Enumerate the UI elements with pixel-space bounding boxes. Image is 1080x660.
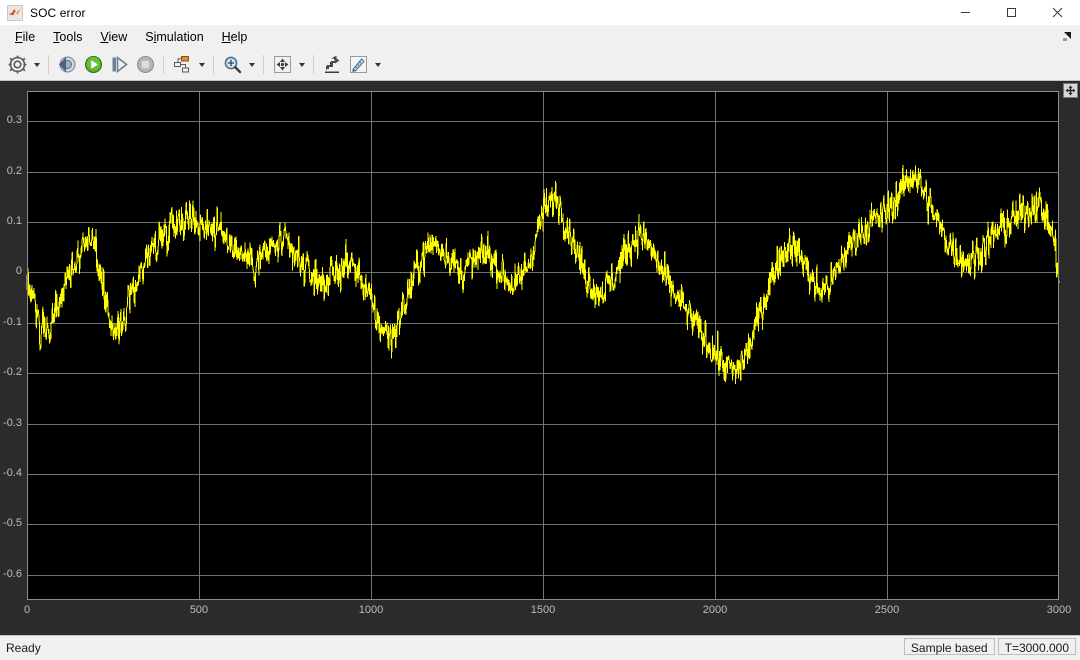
toolbar-separator (48, 55, 49, 74)
x-axis-tick-label: 3000 (1046, 604, 1072, 616)
fit-to-view-icon (273, 56, 291, 73)
tool-bar (0, 49, 1080, 81)
status-simulation-time: T=3000.000 (997, 638, 1076, 655)
signal-hierarchy-icon (173, 56, 189, 73)
play-icon (84, 56, 102, 73)
gear-icon (8, 55, 26, 74)
y-axis-tick-label: -0.6 (3, 567, 22, 580)
scope-window: SOC error File Tools View Simulation Hel… (0, 0, 1080, 660)
y-axis-tick-label: 0.2 (6, 164, 22, 177)
toolbar-separator (263, 55, 264, 74)
title-bar: SOC error (0, 0, 1080, 25)
run-button[interactable] (80, 52, 106, 77)
highlight-signal-icon (324, 55, 339, 73)
close-button[interactable] (1034, 0, 1080, 25)
measurements-button[interactable] (345, 52, 371, 77)
maximize-button[interactable] (988, 0, 1034, 25)
configuration-button[interactable] (4, 52, 30, 77)
scope-plot[interactable] (0, 81, 1080, 606)
x-axis-tick-label: 1000 (358, 604, 384, 616)
y-axis-tick-label: -0.2 (3, 366, 22, 379)
y-axis-tick-label: -0.5 (3, 517, 22, 530)
step-forward-button[interactable] (106, 52, 132, 77)
status-right-group: Sample based T=3000.000 (903, 638, 1076, 655)
menu-item-help[interactable]: Help (213, 28, 257, 46)
menu-item-tools[interactable]: Tools (44, 28, 91, 46)
y-axis-tick-label: -0.3 (3, 416, 22, 429)
minimize-button[interactable] (942, 0, 988, 25)
x-axis-tick-label: 2500 (874, 604, 900, 616)
highlight-signal-button[interactable] (319, 52, 345, 77)
y-axis-tick-label: 0.1 (6, 215, 22, 228)
menu-item-simulation[interactable]: Simulation (136, 28, 212, 46)
stop-button[interactable] (132, 52, 158, 77)
overflow-expand-icon[interactable] (1062, 30, 1074, 42)
x-axis-tick-label: 0 (23, 604, 31, 616)
window-title: SOC error (30, 5, 86, 20)
fit-to-view-button[interactable] (269, 52, 295, 77)
configuration-dropdown-arrow[interactable] (30, 52, 43, 77)
step-forward-icon (112, 55, 128, 74)
ruler-pencil-icon (349, 56, 367, 73)
magnifier-icon (224, 56, 241, 74)
x-axis-tick-label: 2000 (702, 604, 728, 616)
rewind-button[interactable] (54, 52, 80, 77)
measurements-dropdown-arrow[interactable] (371, 52, 384, 77)
matlab-icon (7, 4, 23, 21)
status-frame-mode: Sample based (903, 638, 995, 655)
window-controls (942, 0, 1080, 25)
signal-selection-dropdown-arrow[interactable] (195, 52, 208, 77)
toolbar-separator (163, 55, 164, 74)
rewind-icon (58, 56, 75, 73)
toolbar-separator (313, 55, 314, 74)
y-axis-tick-label: -0.1 (3, 315, 22, 328)
y-axis-tick-label: -0.4 (3, 467, 22, 479)
plot-figure[interactable]: 新能源汽车仿真团队 0.30.20.10-0.1-0.2-0.3-0.4-0.5… (0, 81, 1080, 635)
x-axis-tick-label: 500 (189, 604, 209, 616)
y-axis-tick-label: 0.3 (6, 114, 22, 127)
status-ready-text: Ready (6, 641, 41, 655)
signal-selection-button[interactable] (169, 52, 195, 77)
zoom-dropdown-arrow[interactable] (245, 52, 258, 77)
y-axis-tick-label: 0 (15, 265, 22, 278)
fit-to-view-dropdown-arrow[interactable] (295, 52, 308, 77)
stop-icon (136, 56, 154, 73)
status-bar: Ready Sample based T=3000.000 (0, 635, 1080, 660)
zoom-button[interactable] (219, 52, 245, 77)
menu-bar: File Tools View Simulation Help (0, 25, 1080, 49)
x-axis-tick-label: 1500 (530, 604, 556, 616)
menu-item-file[interactable]: File (6, 28, 44, 46)
toolbar-separator (213, 55, 214, 74)
menu-item-view[interactable]: View (91, 28, 136, 46)
scroll-expand-icon[interactable] (1063, 83, 1078, 98)
